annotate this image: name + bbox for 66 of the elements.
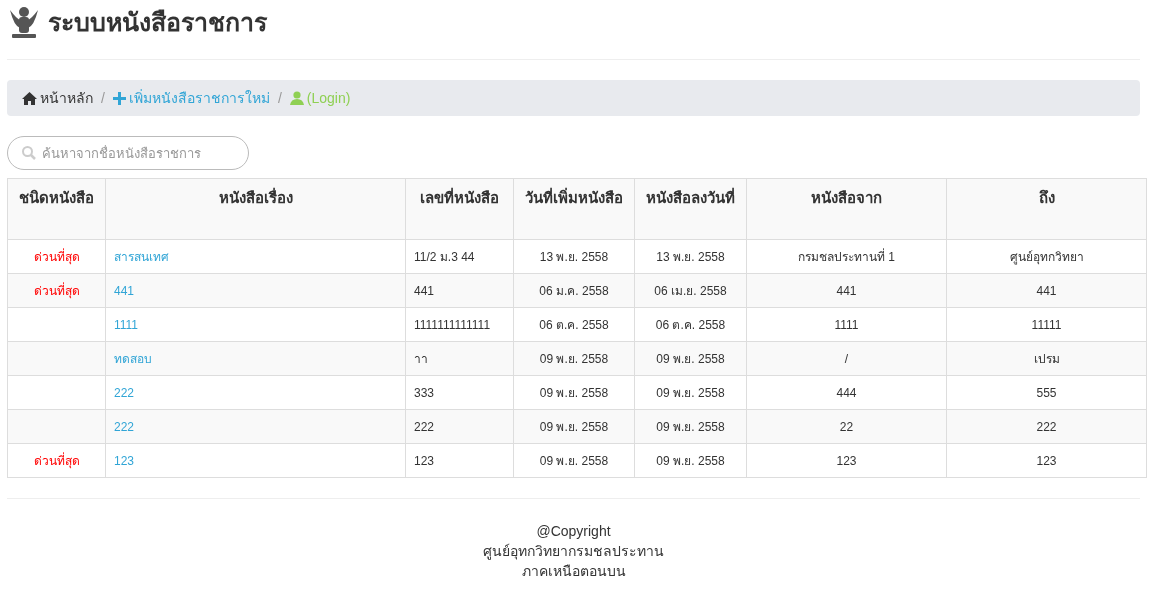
- table-cell: 13 พ.ย. 2558: [513, 239, 635, 274]
- footer-text: ภาคเหนือตอนบน: [521, 562, 626, 581]
- subject-link[interactable]: 222: [114, 419, 135, 434]
- home-icon: [22, 91, 37, 105]
- column-header: วันที่เพิ่มหนังสือ: [513, 178, 635, 240]
- table-cell: 555: [946, 375, 1147, 410]
- column-header: ถึง: [946, 178, 1147, 240]
- column-header: ชนิดหนังสือ: [7, 178, 106, 240]
- table-cell: 441: [946, 273, 1147, 308]
- table-cell: 123: [746, 443, 947, 478]
- table-cell: 222: [946, 409, 1147, 444]
- table-cell: 333: [405, 375, 514, 410]
- table-cell: 09 พ.ย. 2558: [634, 375, 747, 410]
- urgency-label: ด่วนที่สุด: [33, 453, 80, 468]
- table-cell: 09 พ.ย. 2558: [634, 409, 747, 444]
- search-icon: [21, 145, 37, 161]
- breadcrumb-link[interactable]: หน้าหลัก: [40, 87, 93, 109]
- table-cell: 11111: [946, 307, 1147, 342]
- table-cell: 1111111111111: [405, 307, 514, 342]
- table-cell: 13 พ.ย. 2558: [634, 239, 747, 274]
- urgency-label: ด่วนที่สุด: [33, 249, 80, 264]
- subject-link[interactable]: ทดสอบ: [114, 351, 152, 366]
- table-cell: 444: [746, 375, 947, 410]
- user-icon: [289, 91, 304, 105]
- table-cell: เปรม: [946, 341, 1147, 376]
- subject-link[interactable]: สารสนเทศ: [114, 249, 169, 264]
- subject-link[interactable]: 222: [114, 385, 135, 400]
- search-field[interactable]: ค้นหาจากชื่อหนังสือราชการ: [7, 136, 249, 170]
- urgency-label: ด่วนที่สุด: [33, 283, 80, 298]
- table-cell: 441: [405, 273, 514, 308]
- subject-link[interactable]: 123: [114, 453, 135, 468]
- table-cell: 222: [405, 409, 514, 444]
- table-cell: ศูนย์อุทกวิทยา: [946, 239, 1147, 274]
- table-cell: 09 พ.ย. 2558: [513, 409, 635, 444]
- column-header: หนังสือลงวันที่: [634, 178, 747, 240]
- table-cell: 1111: [746, 307, 947, 342]
- page-title: ระบบหนังสือราชการ: [48, 7, 267, 39]
- subject-link[interactable]: 441: [114, 283, 135, 298]
- table-cell: 09 พ.ย. 2558: [634, 443, 747, 478]
- table-cell: 06 ต.ค. 2558: [513, 307, 635, 342]
- table-cell: าา: [405, 341, 514, 376]
- column-header: หนังสือจาก: [746, 178, 947, 240]
- table-cell: 09 พ.ย. 2558: [634, 341, 747, 376]
- subject-link[interactable]: 1111: [114, 317, 139, 332]
- plus-icon: [112, 91, 126, 105]
- table-cell: 123: [405, 443, 514, 478]
- table-cell: /: [746, 341, 947, 376]
- column-header: หนังสือเรื่อง: [105, 178, 406, 240]
- table-cell: 09 พ.ย. 2558: [513, 375, 635, 410]
- table-cell: 09 พ.ย. 2558: [513, 341, 635, 376]
- table-cell: 06 ต.ค. 2558: [634, 307, 747, 342]
- table-cell: 06 ม.ค. 2558: [513, 273, 635, 308]
- footer-text: ศูนย์อุทกวิทยากรมชลประทาน: [483, 542, 664, 561]
- footer-text: @Copyright: [536, 522, 611, 541]
- table-cell: 06 เม.ย. 2558: [634, 273, 747, 308]
- table-cell: 09 พ.ย. 2558: [513, 443, 635, 478]
- table-cell: กรมชลประทานที่ 1: [746, 239, 947, 274]
- breadcrumb-link[interactable]: เพิ่มหนังสือราชการใหม่: [128, 87, 270, 109]
- table-cell: 441: [746, 273, 947, 308]
- table-cell: 123: [946, 443, 1147, 478]
- column-header: เลขที่หนังสือ: [405, 178, 514, 240]
- breadcrumb-separator: /: [276, 88, 283, 108]
- breadcrumb-link[interactable]: (Login): [306, 87, 351, 109]
- table-cell: 22: [746, 409, 947, 444]
- breadcrumb-separator: /: [100, 88, 106, 108]
- table-cell: 11/2 ม.3 44: [405, 239, 514, 274]
